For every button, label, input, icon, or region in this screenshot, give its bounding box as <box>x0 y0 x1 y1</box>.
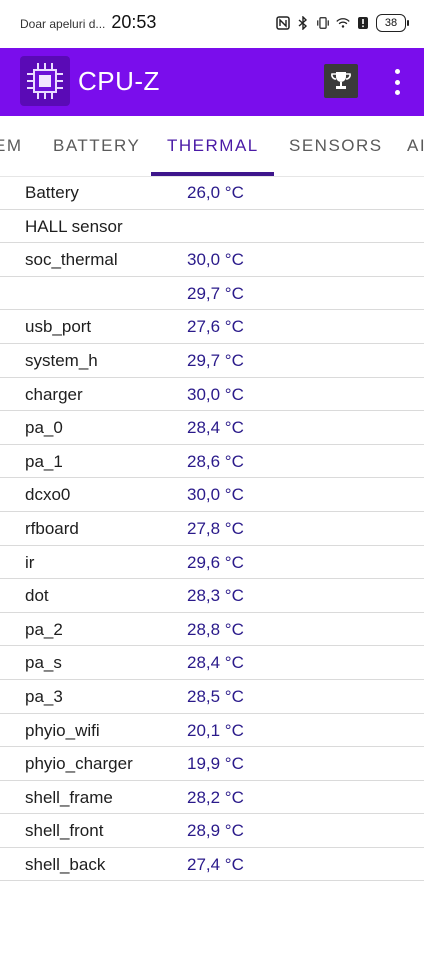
sensor-temperature: 26,0 °C <box>187 183 244 202</box>
sensor-temperature: 28,6 °C <box>187 451 244 471</box>
more-vert-icon[interactable] <box>386 66 408 98</box>
sensor-name: phyio_charger <box>25 754 133 774</box>
sensor-temperature: 28,4 °C <box>187 418 244 438</box>
sensor-temperature: 30,0 °C <box>187 485 244 505</box>
tab-sensors[interactable]: SENSORS <box>289 136 383 156</box>
sensor-temperature: 27,8 °C <box>187 518 244 538</box>
sensor-temperature: 30,0 °C <box>187 250 244 270</box>
list-item: shell_back 27,4 °C <box>0 848 424 882</box>
list-item: system_h 29,7 °C <box>0 344 424 378</box>
list-item: dot 28,3 °C <box>0 579 424 613</box>
list-item: pa_s 28,4 °C <box>0 646 424 680</box>
sensor-temperature: 28,8 °C <box>187 619 244 639</box>
list-item: pa_1 28,6 °C <box>0 445 424 479</box>
list-item: HALL sensor <box>0 210 424 244</box>
list-item: soc_thermal 30,0 °C <box>0 243 424 277</box>
sensor-temperature: 29,6 °C <box>187 552 244 572</box>
cpu-chip-logo-icon <box>20 56 70 106</box>
sensor-name: shell_back <box>25 854 106 874</box>
list-item: Battery 26,0 °C <box>0 176 424 210</box>
nfc-icon <box>276 16 290 30</box>
sensor-name: HALL sensor <box>25 216 123 236</box>
sensor-name: rfboard <box>25 518 79 538</box>
sensor-temperature: 28,5 °C <box>187 686 244 706</box>
trophy-icon[interactable] <box>324 64 358 98</box>
sensor-name: pa_3 <box>25 686 63 706</box>
sensor-temperature: 28,3 °C <box>187 586 244 606</box>
sensor-name: shell_front <box>25 821 104 841</box>
status-bar: Doar apeluri d... 20:53 38 <box>0 0 424 48</box>
sensor-temperature: 29,7 °C <box>187 350 244 370</box>
list-item: phyio_charger 19,9 °C <box>0 747 424 781</box>
bluetooth-icon <box>296 16 310 30</box>
sensor-temperature: 20,1 °C <box>187 720 244 740</box>
list-item: pa_3 28,5 °C <box>0 680 424 714</box>
sensor-name: usb_port <box>25 317 92 337</box>
list-item: pa_2 28,8 °C <box>0 613 424 647</box>
sensor-temperature: 28,2 °C <box>187 787 244 807</box>
list-item: shell_frame 28,2 °C <box>0 781 424 815</box>
clock: 20:53 <box>111 12 157 32</box>
list-item: shell_front 28,9 °C <box>0 814 424 848</box>
wifi-icon <box>336 16 350 30</box>
sensor-temperature: 29,7 °C <box>187 283 244 303</box>
sensor-temperature: 27,4 °C <box>187 854 244 874</box>
app-title: CPU-Z <box>78 66 160 96</box>
list-item: phyio_wifi 20,1 °C <box>0 714 424 748</box>
sensor-name: system_h <box>25 350 98 370</box>
tab-bar: EM BATTERY THERMAL SENSORS AI <box>0 116 424 177</box>
sensor-temperature: 30,0 °C <box>187 384 244 404</box>
tab-about[interactable]: AI <box>407 136 424 156</box>
sensor-name: phyio_wifi <box>25 720 100 740</box>
sensor-temperature: 28,9 °C <box>187 821 244 841</box>
sensor-name: charger <box>25 384 83 404</box>
sensor-name: pa_s <box>25 653 62 673</box>
sensor-name: ir <box>25 552 35 572</box>
list-item: usb_port 27,6 °C <box>0 310 424 344</box>
sensor-name: pa_0 <box>25 418 63 438</box>
sensor-name: pa_1 <box>25 451 63 471</box>
sensor-name: Battery <box>25 183 79 202</box>
list-item: rfboard 27,8 °C <box>0 512 424 546</box>
sensor-name: dot <box>25 586 49 606</box>
battery-indicator: 38 <box>376 14 409 32</box>
tab-battery[interactable]: BATTERY <box>53 136 140 156</box>
tab-thermal[interactable]: THERMAL <box>167 136 259 156</box>
app-bar: CPU-Z <box>0 48 424 116</box>
sensor-temperature: 27,6 °C <box>187 317 244 337</box>
vibrate-icon <box>316 16 330 30</box>
carrier-text: Doar apeluri d... <box>20 17 106 31</box>
list-item: dcxo0 30,0 °C <box>0 478 424 512</box>
tab-system[interactable]: EM <box>0 136 23 156</box>
list-item: ir 29,6 °C <box>0 546 424 580</box>
list-item: pa_0 28,4 °C <box>0 411 424 445</box>
list-item: charger 30,0 °C <box>0 378 424 412</box>
list-item: 29,7 °C <box>0 277 424 311</box>
sensor-temperature: 19,9 °C <box>187 754 244 774</box>
sensor-name: dcxo0 <box>25 485 71 505</box>
sensor-temperature: 28,4 °C <box>187 653 244 673</box>
sensor-name: shell_frame <box>25 787 113 807</box>
sensor-name: soc_thermal <box>25 250 118 270</box>
alert-icon <box>356 16 370 30</box>
sensor-name: pa_2 <box>25 619 63 639</box>
thermal-list: Battery 26,0 °C HALL sensor soc_thermal 30,0… <box>0 176 424 882</box>
